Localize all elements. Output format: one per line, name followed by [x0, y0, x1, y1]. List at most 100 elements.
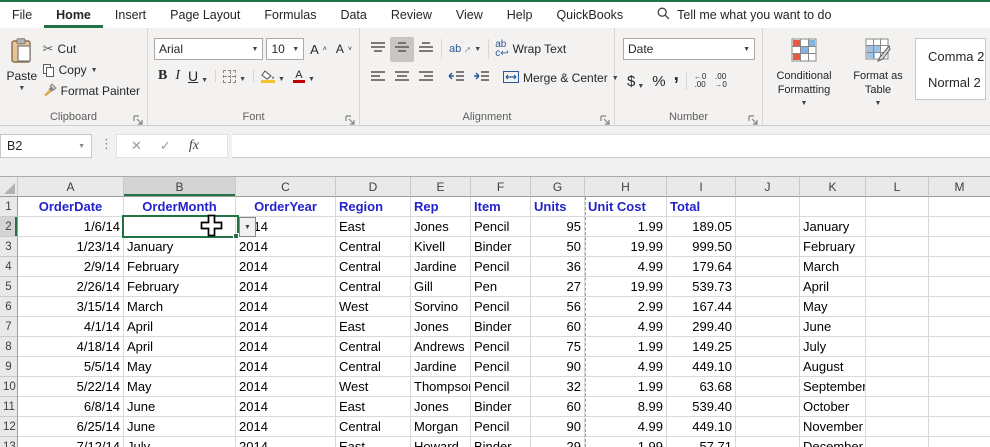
- cell-B4[interactable]: February: [124, 257, 236, 277]
- cell-G11[interactable]: 60: [531, 397, 585, 417]
- align-left-button[interactable]: [366, 66, 390, 91]
- decrease-font-size-button[interactable]: A ˅: [333, 41, 355, 57]
- cell-J9[interactable]: [736, 357, 800, 377]
- cell-L12[interactable]: [866, 417, 929, 437]
- cell-C3[interactable]: 2014: [236, 237, 336, 257]
- cell-L7[interactable]: [866, 317, 929, 337]
- cell-J6[interactable]: [736, 297, 800, 317]
- cell-J2[interactable]: [736, 217, 800, 237]
- cell-K4[interactable]: March: [800, 257, 866, 277]
- cell-C9[interactable]: 2014: [236, 357, 336, 377]
- cell-A8[interactable]: 4/18/14: [18, 337, 124, 357]
- cell-L2[interactable]: [866, 217, 929, 237]
- cell-D3[interactable]: Central: [336, 237, 411, 257]
- column-header-G[interactable]: G: [531, 177, 585, 197]
- cell-H5[interactable]: 19.99: [585, 277, 667, 297]
- cell-L1[interactable]: [866, 197, 929, 217]
- cell-G12[interactable]: 90: [531, 417, 585, 437]
- format-painter-button[interactable]: Format Painter: [40, 82, 143, 100]
- cell-A11[interactable]: 6/8/14: [18, 397, 124, 417]
- cell-style-normal-2[interactable]: Normal 2: [916, 73, 985, 92]
- cell-F4[interactable]: Pencil: [471, 257, 531, 277]
- cell-C13[interactable]: 2014: [236, 437, 336, 447]
- cell-L10[interactable]: [866, 377, 929, 397]
- row-header-2[interactable]: 2: [0, 217, 18, 237]
- cell-L3[interactable]: [866, 237, 929, 257]
- cell-D1[interactable]: Region: [336, 197, 411, 217]
- orientation-button[interactable]: ab→ ▼: [445, 40, 485, 58]
- cell-K8[interactable]: July: [800, 337, 866, 357]
- cell-K11[interactable]: October: [800, 397, 866, 417]
- cell-J1[interactable]: [736, 197, 800, 217]
- row-header-7[interactable]: 7: [0, 317, 18, 337]
- cell-A7[interactable]: 4/1/14: [18, 317, 124, 337]
- tab-data[interactable]: Data: [328, 2, 378, 28]
- cell-A2[interactable]: 1/6/14: [18, 217, 124, 237]
- clipboard-dialog-launcher-icon[interactable]: [133, 112, 143, 125]
- cell-J10[interactable]: [736, 377, 800, 397]
- number-format-combobox[interactable]: Date ▼: [623, 38, 755, 60]
- cell-H13[interactable]: 1.99: [585, 437, 667, 447]
- cell-M10[interactable]: [929, 377, 990, 397]
- cell-C7[interactable]: 2014: [236, 317, 336, 337]
- cell-I2[interactable]: 189.05: [667, 217, 736, 237]
- fill-color-button[interactable]: ▼: [257, 69, 289, 83]
- cell-M12[interactable]: [929, 417, 990, 437]
- cell-F8[interactable]: Pencil: [471, 337, 531, 357]
- cell-K1[interactable]: [800, 197, 866, 217]
- cell-A1[interactable]: OrderDate: [18, 197, 124, 217]
- paste-button[interactable]: Paste ▼: [4, 34, 40, 109]
- cell-F7[interactable]: Binder: [471, 317, 531, 337]
- cell-B7[interactable]: April: [124, 317, 236, 337]
- borders-button[interactable]: ▼: [219, 69, 250, 83]
- cell-F10[interactable]: Pencil: [471, 377, 531, 397]
- cell-G3[interactable]: 50: [531, 237, 585, 257]
- tab-insert[interactable]: Insert: [103, 2, 158, 28]
- cell-G10[interactable]: 32: [531, 377, 585, 397]
- row-header-6[interactable]: 6: [0, 297, 18, 317]
- column-header-B[interactable]: B: [124, 177, 236, 197]
- conditional-formatting-button[interactable]: Conditional Formatting ▼: [767, 36, 841, 109]
- cell-H6[interactable]: 2.99: [585, 297, 667, 317]
- cell-J8[interactable]: [736, 337, 800, 357]
- wrap-text-button[interactable]: ab c↩ Wrap Text: [492, 39, 569, 59]
- select-all-button[interactable]: [0, 177, 18, 197]
- cell-A5[interactable]: 2/26/14: [18, 277, 124, 297]
- cell-E11[interactable]: Jones: [411, 397, 471, 417]
- cell-H9[interactable]: 4.99: [585, 357, 667, 377]
- cell-I1[interactable]: Total: [667, 197, 736, 217]
- cell-B9[interactable]: May: [124, 357, 236, 377]
- tab-view[interactable]: View: [444, 2, 495, 28]
- cell-G9[interactable]: 90: [531, 357, 585, 377]
- cell-H12[interactable]: 4.99: [585, 417, 667, 437]
- row-header-13[interactable]: 13: [0, 437, 18, 447]
- cell-G1[interactable]: Units: [531, 197, 585, 217]
- format-as-table-button[interactable]: Format as Table ▼: [847, 36, 909, 109]
- cell-A13[interactable]: 7/12/14: [18, 437, 124, 447]
- name-box[interactable]: B2 ▼: [0, 134, 92, 158]
- cell-H8[interactable]: 1.99: [585, 337, 667, 357]
- column-header-J[interactable]: J: [736, 177, 800, 197]
- cancel-entry-icon[interactable]: ✕: [131, 138, 142, 154]
- cell-C4[interactable]: 2014: [236, 257, 336, 277]
- cell-B5[interactable]: February: [124, 277, 236, 297]
- tab-review[interactable]: Review: [379, 2, 444, 28]
- cell-K7[interactable]: June: [800, 317, 866, 337]
- cell-B13[interactable]: July: [124, 437, 236, 447]
- column-header-H[interactable]: H: [585, 177, 667, 197]
- cell-J13[interactable]: [736, 437, 800, 447]
- font-color-button[interactable]: A ▼: [289, 69, 319, 83]
- column-header-E[interactable]: E: [411, 177, 471, 197]
- cell-M13[interactable]: [929, 437, 990, 447]
- tab-quickbooks[interactable]: QuickBooks: [544, 2, 635, 28]
- cell-M9[interactable]: [929, 357, 990, 377]
- row-header-8[interactable]: 8: [0, 337, 18, 357]
- cell-F12[interactable]: Pencil: [471, 417, 531, 437]
- row-header-4[interactable]: 4: [0, 257, 18, 277]
- cell-B11[interactable]: June: [124, 397, 236, 417]
- cell-J4[interactable]: [736, 257, 800, 277]
- cell-E9[interactable]: Jardine: [411, 357, 471, 377]
- cell-D8[interactable]: Central: [336, 337, 411, 357]
- name-box-dropdown-arrow[interactable]: ▼: [78, 143, 85, 150]
- cell-K13[interactable]: December: [800, 437, 866, 447]
